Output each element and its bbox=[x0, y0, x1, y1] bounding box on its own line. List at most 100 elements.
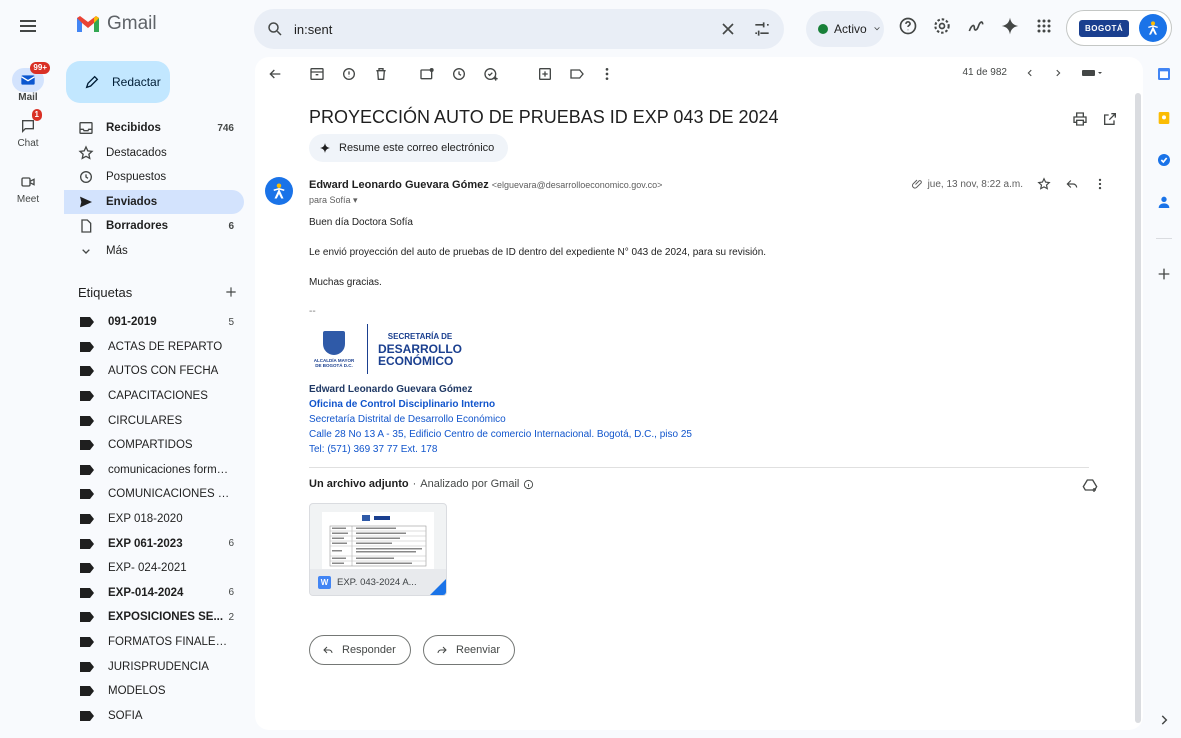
compose-button[interactable]: Redactar bbox=[66, 61, 170, 103]
nav-count: 746 bbox=[217, 122, 234, 134]
search-icon[interactable] bbox=[266, 20, 284, 38]
meet-icon-wrap bbox=[12, 170, 44, 194]
label-item[interactable]: CIRCULARES bbox=[64, 408, 244, 433]
label-item[interactable]: JURISPRUDENCIA bbox=[64, 654, 244, 679]
label-name: JURISPRUDENCIA bbox=[108, 660, 209, 673]
get-addons-button[interactable] bbox=[1150, 266, 1178, 282]
alcaldia-caption: ALCALDÍA MAYOR DE BOGOTÁ D.C. bbox=[313, 357, 355, 368]
move-to-icon[interactable] bbox=[537, 66, 553, 82]
nav-item-sent[interactable]: Enviados bbox=[64, 189, 244, 214]
label-item[interactable]: EXP-014-2024 6 bbox=[64, 581, 244, 606]
label-name: EXP- 024-2021 bbox=[108, 562, 187, 575]
gear-icon[interactable] bbox=[932, 16, 952, 36]
nav-label: Borradores bbox=[106, 220, 168, 233]
star-icon[interactable] bbox=[1037, 177, 1051, 191]
pager-text: 41 de 982 bbox=[962, 67, 1008, 78]
nav-item-snoozed[interactable]: Pospuestos bbox=[64, 165, 244, 190]
apps-grid-icon[interactable] bbox=[1034, 16, 1054, 36]
search-options-icon[interactable] bbox=[752, 19, 772, 39]
label-item[interactable]: EXP- 024-2021 bbox=[64, 556, 244, 581]
add-to-drive-icon[interactable] bbox=[1082, 478, 1098, 494]
more-vert-icon[interactable] bbox=[1093, 177, 1107, 191]
label-item[interactable]: ACTAS DE REPARTO bbox=[64, 335, 244, 360]
tasks-app[interactable] bbox=[1150, 152, 1178, 168]
search-input[interactable]: in:sent bbox=[294, 22, 704, 37]
label-item[interactable]: AUTOS CON FECHA bbox=[64, 359, 244, 384]
label-count: 6 bbox=[228, 538, 234, 550]
attachment-corner bbox=[430, 579, 446, 595]
label-item[interactable]: FORMATOS FINALES PR... bbox=[64, 630, 244, 655]
handwriting-icon[interactable] bbox=[966, 16, 986, 36]
label-item[interactable]: COMPARTIDOS bbox=[64, 433, 244, 458]
summarize-button[interactable]: Resume este correo electrónico bbox=[309, 134, 508, 162]
clear-search-icon[interactable] bbox=[718, 19, 738, 39]
mail-badge: 99+ bbox=[30, 62, 50, 74]
label-item[interactable]: COMUNICACIONES Y/O ... bbox=[64, 482, 244, 507]
nav-item-inbox[interactable]: Recibidos 746 bbox=[64, 116, 244, 141]
contacts-app[interactable] bbox=[1150, 194, 1178, 210]
gmail-logo[interactable]: Gmail bbox=[75, 8, 157, 40]
show-side-panel-button[interactable] bbox=[1150, 713, 1178, 727]
input-tools-icon[interactable] bbox=[1081, 68, 1103, 78]
signature-separator: -- bbox=[309, 306, 316, 317]
nav-item-drafts[interactable]: Borradores 6 bbox=[64, 214, 244, 239]
nav-item-starred[interactable]: Destacados bbox=[64, 141, 244, 166]
print-icon[interactable] bbox=[1072, 111, 1088, 127]
search-bar[interactable]: in:sent bbox=[254, 9, 784, 49]
attachment-card[interactable]: W EXP. 043-2024 A... bbox=[309, 503, 447, 596]
recipients-text: para Sofía bbox=[309, 195, 351, 205]
chevron-right-icon[interactable] bbox=[1053, 68, 1063, 78]
status-dot bbox=[818, 24, 828, 34]
recipients-toggle[interactable]: para Sofía ▾ bbox=[309, 195, 358, 206]
rail-mail[interactable]: 99+ Mail bbox=[0, 62, 56, 103]
help-icon[interactable] bbox=[898, 16, 918, 36]
logo-divider bbox=[367, 324, 368, 374]
rail-chat[interactable]: 1 Chat bbox=[0, 109, 56, 149]
person-figure-icon bbox=[1148, 21, 1158, 35]
account-switcher[interactable]: BOGOTÁ bbox=[1066, 10, 1172, 46]
sender-avatar[interactable] bbox=[265, 177, 293, 205]
add-task-icon[interactable] bbox=[483, 66, 499, 82]
attachments-scanned: Analizado por Gmail bbox=[420, 478, 520, 490]
trash-icon[interactable] bbox=[373, 66, 389, 82]
info-icon[interactable] bbox=[523, 479, 534, 490]
gemini-icon[interactable] bbox=[1000, 16, 1020, 36]
add-label-icon[interactable] bbox=[224, 285, 238, 299]
status-selector[interactable]: Activo bbox=[806, 11, 884, 47]
more-vert-icon[interactable] bbox=[599, 66, 615, 82]
main-menu-button[interactable] bbox=[16, 14, 40, 38]
label-item[interactable]: comunicaciones formato... bbox=[64, 458, 244, 483]
reply-icon[interactable] bbox=[1065, 177, 1079, 191]
label-name: 091-2019 bbox=[108, 316, 157, 329]
rail-meet[interactable]: Meet bbox=[0, 170, 56, 205]
labels-header: Etiquetas bbox=[78, 285, 238, 300]
labels-title: Etiquetas bbox=[78, 285, 133, 300]
avatar[interactable] bbox=[1139, 14, 1167, 42]
calendar-app[interactable] bbox=[1150, 66, 1178, 82]
label-item[interactable]: EXPOSICIONES SE... 2 bbox=[64, 605, 244, 630]
report-spam-icon[interactable] bbox=[341, 66, 357, 82]
back-arrow-icon[interactable] bbox=[267, 66, 283, 82]
label-item[interactable]: 091-2019 5 bbox=[64, 310, 244, 335]
message-scrollbar[interactable] bbox=[1135, 93, 1141, 723]
email-subject: PROYECCIÓN AUTO DE PRUEBAS ID EXP 043 DE… bbox=[309, 107, 779, 127]
keep-app[interactable] bbox=[1150, 110, 1178, 126]
chevron-left-icon[interactable] bbox=[1025, 68, 1035, 78]
label-item[interactable]: SOFÍA bbox=[64, 704, 244, 729]
mark-unread-icon[interactable] bbox=[419, 66, 435, 82]
label-icon[interactable] bbox=[569, 66, 585, 82]
label-item[interactable]: CAPACITACIONES bbox=[64, 384, 244, 409]
reply-button[interactable]: Responder bbox=[309, 635, 411, 665]
nav-item-more[interactable]: Más bbox=[64, 239, 244, 264]
snooze-icon[interactable] bbox=[451, 66, 467, 82]
label-item[interactable]: EXP 018-2020 bbox=[64, 507, 244, 532]
archive-icon[interactable] bbox=[309, 66, 325, 82]
reply-label: Responder bbox=[342, 644, 396, 656]
label-count: 6 bbox=[228, 587, 234, 599]
open-new-window-icon[interactable] bbox=[1102, 111, 1118, 127]
signature-office: Oficina de Control Disciplinario Interno bbox=[309, 399, 496, 410]
forward-button[interactable]: Reenviar bbox=[423, 635, 516, 665]
sender-name[interactable]: Edward Leonardo Guevara Gómez bbox=[309, 179, 489, 191]
label-item[interactable]: MODELOS bbox=[64, 679, 244, 704]
label-item[interactable]: EXP 061-2023 6 bbox=[64, 531, 244, 556]
